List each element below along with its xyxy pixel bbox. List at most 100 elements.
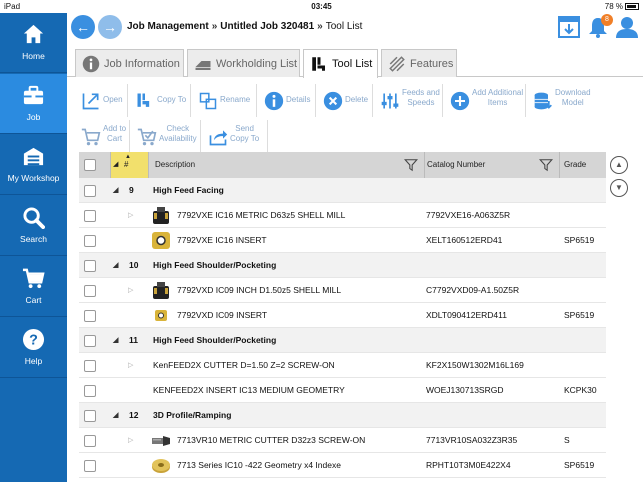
copy-to-button[interactable]: Copy To [131, 84, 191, 117]
tab-tool-list[interactable]: Tool List [303, 49, 378, 78]
battery-icon [625, 3, 639, 10]
sidebar-item-help[interactable]: ? Help [0, 318, 67, 378]
group-row[interactable]: ◢ 12 3D Profile/Ramping [79, 403, 606, 428]
help-icon: ? [22, 328, 45, 351]
expand-icon[interactable]: ▷ [128, 203, 133, 228]
rename-icon [199, 92, 217, 110]
row-checkbox[interactable] [84, 210, 96, 222]
add-to-cart-label: Add to Cart [103, 124, 126, 144]
open-button[interactable]: Open [77, 84, 128, 117]
share-icon [209, 130, 228, 146]
add-line-1: Add Additional [472, 88, 524, 97]
collapse-icon[interactable]: ◢ [113, 403, 118, 428]
tab-label: Features [410, 58, 454, 70]
table-row[interactable]: 7713 Series IC10 -422 Geometry x4 Indexe… [79, 453, 606, 478]
breadcrumb-job-name[interactable]: Untitled Job 320481 [220, 21, 314, 32]
details-button[interactable]: Details [260, 84, 316, 117]
sidebar-item-cart[interactable]: Cart [0, 257, 67, 317]
sidebar-item-home[interactable]: Home [0, 13, 67, 73]
check-availability-button[interactable]: Check Availability [133, 120, 201, 153]
header-grade[interactable]: Grade [560, 152, 606, 178]
table-row[interactable]: KENFEED2X INSERT IC13 MEDIUM GEOMETRY WOE… [79, 378, 606, 403]
tool-thumbnail [151, 306, 171, 325]
row-checkbox[interactable] [84, 335, 96, 347]
tab-workholding-list[interactable]: Workholding List [187, 49, 300, 77]
tab-label: Tool List [332, 58, 373, 70]
tab-job-information[interactable]: Job Information [75, 49, 184, 77]
user-icon[interactable] [615, 15, 639, 39]
add-additional-items-button[interactable]: Add Additional Items [446, 84, 526, 117]
row-checkbox[interactable] [84, 360, 96, 372]
group-row[interactable]: ◢ 11 High Feed Shoulder/Pocketing [79, 328, 606, 353]
details-label: Details [286, 95, 311, 104]
expand-icon[interactable]: ▷ [128, 353, 133, 378]
download-model-button[interactable]: Download Model [529, 84, 599, 117]
feeds-and-speeds-label: Feeds and Speeds [402, 88, 440, 108]
expand-icon[interactable]: ▷ [128, 278, 133, 303]
back-button[interactable]: ← [71, 15, 95, 39]
header-description[interactable]: Description [149, 152, 425, 178]
download-icon[interactable] [557, 15, 581, 39]
row-checkbox[interactable] [84, 285, 96, 297]
group-row[interactable]: ◢ 9 High Feed Facing [79, 178, 606, 203]
tab-features[interactable]: Features [381, 49, 457, 77]
open-label: Open [103, 95, 123, 104]
collapse-icon[interactable]: ◢ [113, 253, 118, 278]
sidebar-item-label: Job [26, 112, 41, 122]
feeds-and-speeds-button[interactable]: Feeds and Speeds [376, 84, 443, 117]
table-row[interactable]: ▷ 7713VR10 METRIC CUTTER D32z3 SCREW-ON 77… [79, 428, 606, 453]
breadcrumb-job-management[interactable]: Job Management [127, 21, 209, 32]
row-checkbox[interactable] [84, 310, 96, 322]
row-checkbox[interactable] [84, 435, 96, 447]
sidebar-item-search[interactable]: Search [0, 196, 67, 256]
workshop-icon [23, 147, 44, 166]
filter-icon[interactable] [404, 158, 418, 172]
catalog-number: XELT160512ERD41 [426, 235, 503, 245]
row-checkbox[interactable] [84, 460, 96, 472]
header-number[interactable]: ◢ ▲ # [111, 152, 149, 178]
breadcrumb-separator: » [211, 21, 218, 32]
row-checkbox[interactable] [84, 410, 96, 422]
tool-description: 7713VR10 METRIC CUTTER D32z3 SCREW-ON [177, 435, 366, 445]
sidebar-item-my-workshop[interactable]: My Workshop [0, 135, 67, 195]
scroll-down-button[interactable]: ▼ [610, 179, 628, 197]
table-row[interactable]: 7792VXE IC16 INSERT XELT160512ERD41 SP6519 [79, 228, 606, 253]
row-checkbox[interactable] [84, 385, 96, 397]
tool-thumbnail [151, 431, 171, 450]
table-row[interactable]: ▷ 7792VXE IC16 METRIC D63z5 SHELL MILL 779… [79, 203, 606, 228]
table-row[interactable]: ▷ KenFEED2X CUTTER D=1.50 Z=2 SCREW-ON KF2… [79, 353, 606, 378]
tool-description: 7792VXD IC09 INCH D1.50z5 SHELL MILL [177, 285, 342, 295]
tool-description: KENFEED2X INSERT IC13 MEDIUM GEOMETRY [153, 385, 345, 395]
delete-button[interactable]: Delete [319, 84, 373, 117]
rename-button[interactable]: Rename [194, 84, 257, 117]
row-checkbox[interactable] [84, 260, 96, 272]
collapse-all-icon[interactable]: ◢ [113, 152, 118, 178]
select-all-checkbox[interactable] [84, 159, 96, 171]
send-copy-to-button[interactable]: Send Copy To [204, 120, 268, 153]
catalog-number: 7792VXE16-A063Z5R [426, 210, 511, 220]
forward-button[interactable]: → [98, 15, 122, 39]
add-to-cart-button[interactable]: Add to Cart [77, 120, 130, 153]
group-description: 3D Profile/Ramping [153, 410, 232, 420]
battery-label: 78 % [604, 2, 623, 11]
grade: SP6519 [564, 460, 595, 470]
open-icon [82, 93, 99, 110]
row-checkbox[interactable] [84, 185, 96, 197]
catalog-number: RPHT10T3M0E422X4 [426, 460, 511, 470]
expand-icon[interactable]: ▷ [128, 428, 133, 453]
filter-icon[interactable] [539, 158, 553, 172]
header-catalog-number[interactable]: Catalog Number [425, 152, 560, 178]
table-row[interactable]: ▷ 7792VXD IC09 INCH D1.50z5 SHELL MILL C77… [79, 278, 606, 303]
top-bar: ← → Job Management» Untitled Job 320481» T… [67, 13, 643, 43]
sidebar-item-job[interactable]: Job [0, 74, 67, 134]
group-row[interactable]: ◢ 10 High Feed Shoulder/Pocketing [79, 253, 606, 278]
row-checkbox[interactable] [84, 235, 96, 247]
search-icon [23, 207, 45, 229]
collapse-icon[interactable]: ◢ [113, 328, 118, 353]
delete-label: Delete [345, 95, 369, 104]
sidebar-item-label: Search [20, 234, 47, 244]
collapse-icon[interactable]: ◢ [113, 178, 118, 203]
scroll-up-button[interactable]: ▲ [610, 156, 628, 174]
table-row[interactable]: 7792VXD IC09 INSERT XDLT090412ERD411 SP651… [79, 303, 606, 328]
tool-icon [312, 57, 325, 71]
